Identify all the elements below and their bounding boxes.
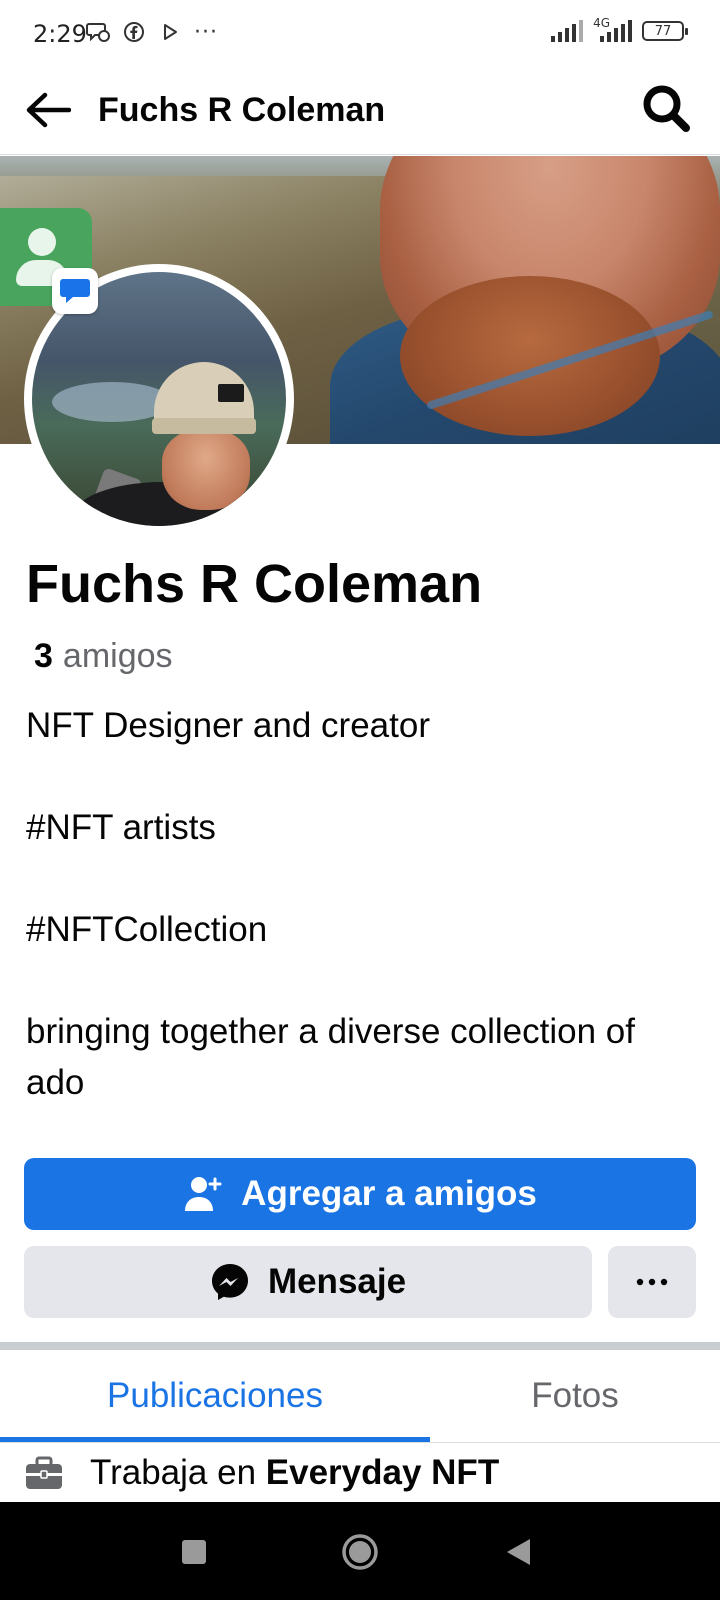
notification-icons: ··· bbox=[86, 19, 218, 45]
search-button[interactable] bbox=[638, 80, 694, 136]
section-divider bbox=[0, 1342, 720, 1350]
triangle-back-icon bbox=[507, 1539, 530, 1565]
recents-button[interactable] bbox=[170, 1528, 218, 1576]
system-nav-bar bbox=[0, 1502, 720, 1600]
message-bubble-icon[interactable] bbox=[52, 268, 98, 314]
friends-label: amigos bbox=[62, 637, 173, 675]
square-icon bbox=[182, 1540, 206, 1564]
facebook-notification-icon bbox=[122, 20, 146, 44]
message-button[interactable]: Mensaje bbox=[24, 1246, 592, 1318]
work-prefix: Trabaja en bbox=[90, 1453, 257, 1492]
search-icon bbox=[643, 85, 690, 132]
play-notification-icon bbox=[158, 20, 182, 44]
friends-count[interactable]: 3 amigos bbox=[34, 634, 173, 678]
tab-fotos[interactable]: Fotos bbox=[430, 1350, 720, 1442]
header-title: Fuchs R Coleman bbox=[98, 91, 386, 129]
add-friend-label: Agregar a amigos bbox=[241, 1174, 537, 1213]
back-arrow-icon bbox=[26, 92, 71, 128]
add-friend-icon bbox=[185, 1177, 222, 1211]
bio-line: bringing together a diverse collection o… bbox=[26, 1012, 635, 1102]
more-icon bbox=[636, 1278, 668, 1286]
work-company[interactable]: Everyday NFT bbox=[266, 1453, 499, 1492]
profile-name: Fuchs R Coleman bbox=[26, 554, 483, 614]
message-label: Mensaje bbox=[267, 1262, 407, 1301]
home-button[interactable] bbox=[336, 1528, 384, 1576]
work-info: Trabaja en Everyday NFT bbox=[24, 1448, 499, 1498]
status-right: 4G 77 bbox=[551, 16, 688, 42]
friends-number: 3 bbox=[34, 637, 53, 675]
tab-border bbox=[0, 1442, 720, 1443]
home-circle-icon bbox=[342, 1534, 378, 1570]
status-bar: 2:29 ··· 4G 77 bbox=[0, 0, 720, 66]
profile-header: Fuchs R Coleman bbox=[0, 66, 720, 155]
bio-line: #NFTCollection bbox=[26, 910, 268, 949]
tab-publicaciones[interactable]: Publicaciones bbox=[0, 1350, 430, 1442]
back-button[interactable] bbox=[22, 84, 74, 136]
add-friend-button[interactable]: Agregar a amigos bbox=[24, 1158, 696, 1230]
profile-bio: NFT Designer and creator #NFT artists #N… bbox=[26, 700, 696, 1108]
status-time: 2:29 bbox=[33, 20, 87, 48]
network-type: 4G bbox=[593, 16, 610, 30]
chat-notification-icon bbox=[86, 20, 110, 44]
messenger-icon bbox=[211, 1264, 248, 1300]
back-nav-button[interactable] bbox=[494, 1528, 542, 1576]
bio-line: NFT Designer and creator bbox=[26, 706, 430, 745]
bio-line: #NFT artists bbox=[26, 808, 216, 847]
battery-icon: 77 bbox=[642, 21, 688, 41]
signal-icon bbox=[551, 20, 584, 42]
battery-level: 77 bbox=[654, 23, 672, 39]
more-notifications-icon: ··· bbox=[194, 19, 218, 45]
briefcase-icon bbox=[26, 1456, 62, 1489]
more-options-button[interactable] bbox=[608, 1246, 696, 1318]
